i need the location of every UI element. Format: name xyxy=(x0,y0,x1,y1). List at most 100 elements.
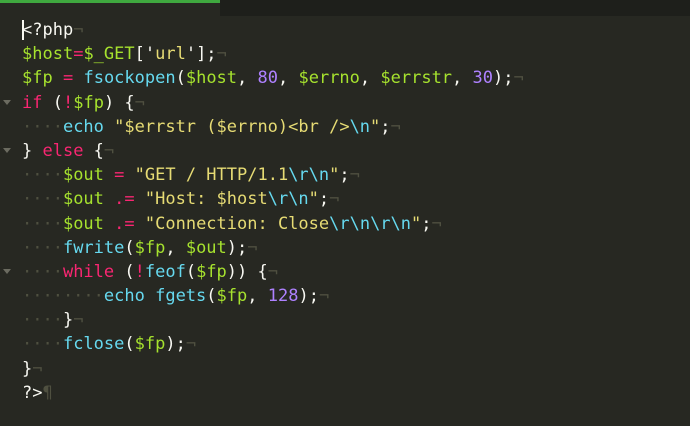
code-token: ( xyxy=(114,261,135,282)
line-end-marker: ¬ xyxy=(32,358,43,379)
code-token: ); xyxy=(298,286,319,307)
code-line[interactable]: if (!$fp) {¬ xyxy=(22,91,524,115)
code-token: } xyxy=(22,358,33,379)
code-line[interactable]: ····$out .= "Connection: Close\r\n\r\n";… xyxy=(22,212,524,236)
code-token: ; xyxy=(339,165,350,186)
code-line[interactable]: }¬ xyxy=(22,357,524,381)
code-token: " xyxy=(411,213,422,234)
whitespace-marker: ···· xyxy=(22,213,63,234)
code-token: $out xyxy=(62,189,104,210)
code-token: ( xyxy=(175,68,186,89)
code-token: [' xyxy=(134,44,156,65)
code-token: $host xyxy=(22,44,74,65)
code-token: fwrite xyxy=(62,237,125,258)
line-end-marker: ¬ xyxy=(73,310,84,331)
code-line[interactable]: ?>¶ xyxy=(22,381,524,405)
code-editor[interactable]: <?php¬ $host=$_GET['url'];¬ $fp = fsockope… xyxy=(0,16,690,426)
tab-bar xyxy=(0,0,690,16)
whitespace-marker: ···· xyxy=(22,261,63,282)
code-token: if xyxy=(22,92,43,113)
line-end-marker: ¶ xyxy=(42,382,53,403)
code-line[interactable]: $fp = fsockopen($host, 80, $errno, $errs… xyxy=(22,66,524,90)
code-token: "Host: $host xyxy=(144,189,268,210)
code-token: feof xyxy=(144,261,186,282)
code-token: } xyxy=(62,310,74,331)
code-token: ( xyxy=(124,334,135,355)
code-content[interactable]: <?php¬ $host=$_GET['url'];¬ $fp = fsockope… xyxy=(22,18,524,405)
code-token: ); xyxy=(493,68,514,89)
code-token: $out xyxy=(62,165,104,186)
code-line[interactable]: ····$out = "GET / HTTP/1.1\r\n";¬ xyxy=(22,163,524,187)
code-token: ! xyxy=(62,92,74,113)
line-end-marker: ¬ xyxy=(134,92,145,113)
code-line[interactable]: ········echo fgets($fp, 128);¬ xyxy=(22,284,524,308)
code-token: $errno xyxy=(298,68,360,89)
code-line[interactable]: ····$out .= "Host: $host\r\n";¬ xyxy=(22,187,524,211)
line-end-marker: ¬ xyxy=(185,334,197,355)
code-token: ; xyxy=(380,116,391,137)
line-end-marker: ¬ xyxy=(318,286,330,307)
fold-arrow-icon[interactable] xyxy=(3,99,11,105)
code-line[interactable]: ····fwrite($fp, $out);¬ xyxy=(22,236,524,260)
code-token: = xyxy=(114,165,125,186)
code-token: $_GET xyxy=(83,44,135,65)
code-token: fclose xyxy=(62,334,125,355)
line-end-marker: ¬ xyxy=(267,261,278,282)
line-end-marker: ¬ xyxy=(513,68,524,89)
code-token: $fp xyxy=(196,261,227,282)
code-token: "GET / HTTP/1.1 xyxy=(134,165,289,186)
whitespace-marker: ········ xyxy=(22,286,104,307)
tab-active-file[interactable] xyxy=(0,0,220,16)
code-token: { xyxy=(83,140,104,161)
code-token: " xyxy=(329,165,340,186)
code-token: ?> xyxy=(22,382,43,403)
code-token: echo xyxy=(62,116,104,137)
code-token: $errstr xyxy=(380,68,453,89)
code-line[interactable]: ····echo "$errstr ($errno)<br />\n";¬ xyxy=(22,115,524,139)
code-token: ; xyxy=(421,213,432,234)
code-token: $out xyxy=(62,213,104,234)
code-token: \r\n xyxy=(288,165,330,186)
whitespace-marker: ···· xyxy=(22,165,63,186)
code-line[interactable]: } else {¬ xyxy=(22,139,524,163)
line-end-marker: ¬ xyxy=(73,20,84,40)
code-token: else xyxy=(42,140,84,161)
code-line[interactable]: ····while (!feof($fp)) {¬ xyxy=(22,260,524,284)
code-line[interactable]: ····}¬ xyxy=(22,308,524,332)
code-token: ; xyxy=(318,189,330,210)
line-end-marker: ¬ xyxy=(216,44,227,65)
fold-arrow-icon[interactable] xyxy=(3,148,11,153)
whitespace-marker: ···· xyxy=(22,116,63,137)
code-token: ( xyxy=(42,92,63,113)
code-line[interactable]: ····fclose($fp);¬ xyxy=(22,332,524,356)
code-token: = xyxy=(62,68,74,89)
code-token: , xyxy=(359,68,381,89)
code-token: , xyxy=(165,237,186,258)
fold-arrow-icon[interactable] xyxy=(3,269,11,274)
code-token: ( xyxy=(185,261,197,282)
code-line[interactable]: <?php¬ xyxy=(22,18,524,42)
code-token: ( xyxy=(206,286,217,307)
code-token: ']; xyxy=(185,44,217,65)
line-end-marker: ¬ xyxy=(390,116,401,137)
code-token: , xyxy=(247,286,268,307)
code-line[interactable]: $host=$_GET['url'];¬ xyxy=(22,42,524,66)
code-token: echo xyxy=(103,286,145,307)
code-token: $fp xyxy=(134,237,166,258)
whitespace-marker: ···· xyxy=(22,310,63,331)
code-token: while xyxy=(62,261,115,282)
code-token: 30 xyxy=(472,68,494,89)
code-token: ) { xyxy=(103,92,135,113)
code-token: $fp xyxy=(134,334,166,355)
code-token: ( xyxy=(124,237,135,258)
code-token: .= xyxy=(114,189,135,210)
code-token: , xyxy=(452,68,473,89)
